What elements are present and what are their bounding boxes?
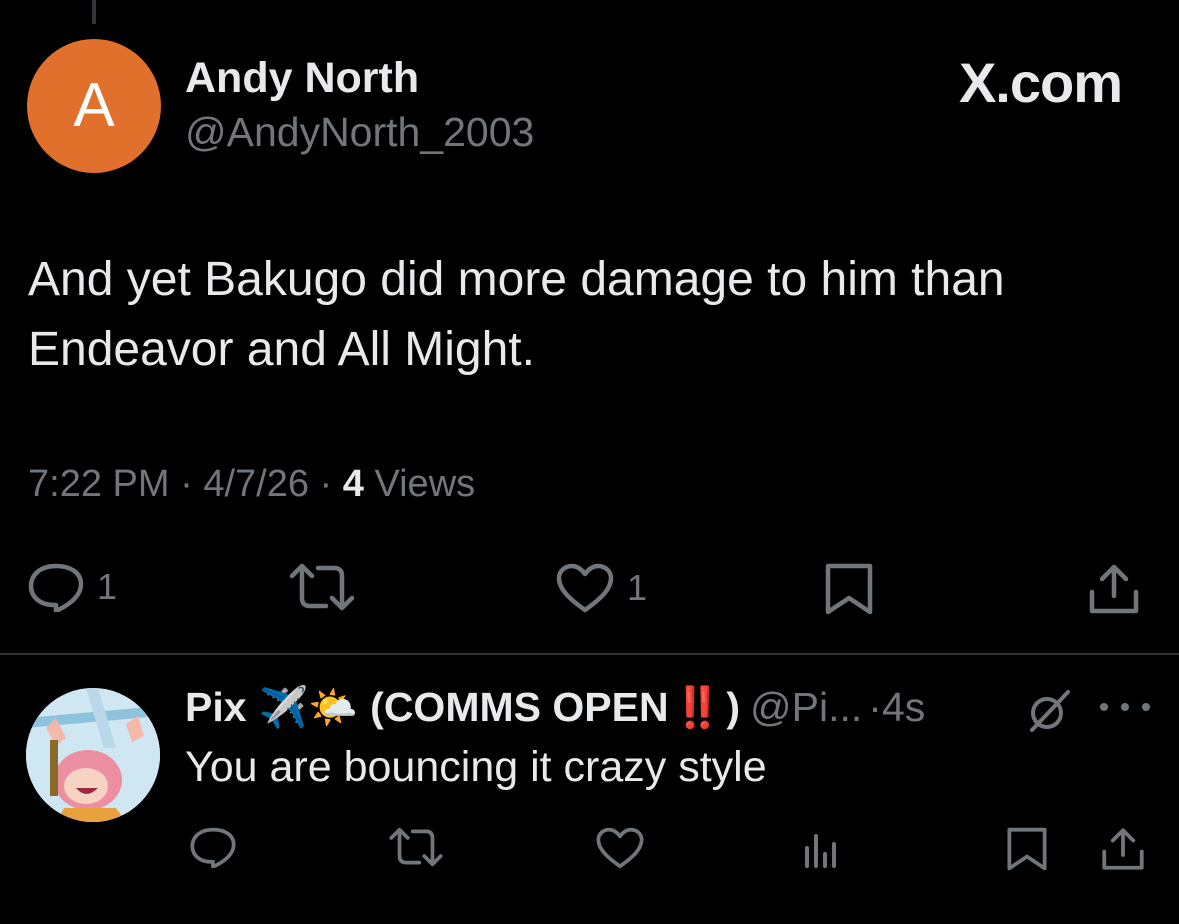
airplane-emoji-icon: ✈️ — [258, 686, 309, 730]
brand-logo: X.com — [958, 51, 1123, 114]
double-exclamation-emoji-icon: ‼️ — [672, 686, 723, 730]
tweet-divider — [0, 653, 1179, 655]
speech-bubble-icon — [190, 827, 236, 868]
reply-avatar-image — [26, 688, 160, 822]
more-options-button[interactable] — [1100, 692, 1150, 722]
like-count: 1 — [627, 567, 648, 608]
share-upload-icon — [1089, 564, 1139, 614]
views-label: Views — [374, 463, 476, 505]
heart-icon — [556, 563, 614, 613]
grok-button[interactable] — [1026, 688, 1072, 734]
reply-repost-button[interactable] — [388, 826, 444, 868]
author-name[interactable]: Andy North — [185, 54, 419, 103]
reply-header: Pix ✈️ 🌤️ (COMMS OPEN ‼️ ) @Pi... · 4s — [185, 684, 925, 731]
reply-views-button[interactable] — [803, 828, 843, 868]
views-count: 4 — [342, 463, 364, 505]
reply-author-name[interactable]: Pix — [185, 684, 247, 731]
reply-reply-button[interactable] — [189, 826, 237, 868]
author-avatar[interactable]: A — [27, 39, 161, 173]
sun-cloud-emoji-icon: 🌤️ — [308, 686, 359, 730]
tweet-text: And yet Bakugo did more damage to him th… — [28, 253, 1005, 376]
speech-bubble-icon — [28, 563, 84, 612]
share-upload-icon — [1102, 828, 1144, 870]
ellipsis-icon — [1100, 703, 1108, 711]
bookmark-button[interactable] — [824, 562, 874, 616]
tweet-time[interactable]: 7:22 PM — [28, 463, 170, 505]
reply-author-name-close: ) — [726, 684, 741, 730]
avatar-letter: A — [73, 71, 115, 140]
tweet-meta: 7:22 PM · 4/7/26 · 4 Views — [28, 463, 475, 506]
ellipsis-icon — [1142, 703, 1150, 711]
like-button[interactable]: 1 — [555, 562, 647, 614]
share-button[interactable] — [1087, 562, 1141, 616]
repost-arrows-icon — [389, 827, 443, 867]
meta-separator: · — [180, 463, 193, 505]
reply-separator: · — [868, 684, 882, 730]
tweet-date[interactable]: 4/7/26 — [203, 463, 309, 505]
reply-time[interactable]: 4s — [882, 684, 925, 731]
reply-avatar[interactable] — [26, 688, 160, 822]
reply-like-button[interactable] — [595, 826, 645, 870]
thread-connector-line — [92, 0, 96, 24]
repost-arrows-icon — [289, 563, 355, 611]
reply-text: You are bouncing it crazy style — [185, 743, 767, 791]
bookmark-icon — [1007, 827, 1047, 871]
author-handle[interactable]: @AndyNorth_2003 — [185, 109, 534, 156]
ellipsis-icon — [1121, 703, 1129, 711]
bar-chart-icon — [805, 834, 836, 868]
meta-separator: · — [319, 463, 333, 505]
heart-icon — [596, 827, 644, 869]
reply-author-handle[interactable]: @Pi... — [750, 684, 862, 731]
reply-share-button[interactable] — [1100, 826, 1146, 872]
reply-count: 1 — [97, 566, 118, 607]
reply-author-name-suffix[interactable]: (COMMS OPEN — [370, 684, 668, 731]
bookmark-icon — [825, 563, 873, 615]
reply-button[interactable]: 1 — [27, 562, 117, 612]
slashed-circle-icon — [1030, 690, 1070, 732]
repost-button[interactable] — [288, 562, 356, 612]
reply-bookmark-button[interactable] — [1006, 826, 1048, 872]
